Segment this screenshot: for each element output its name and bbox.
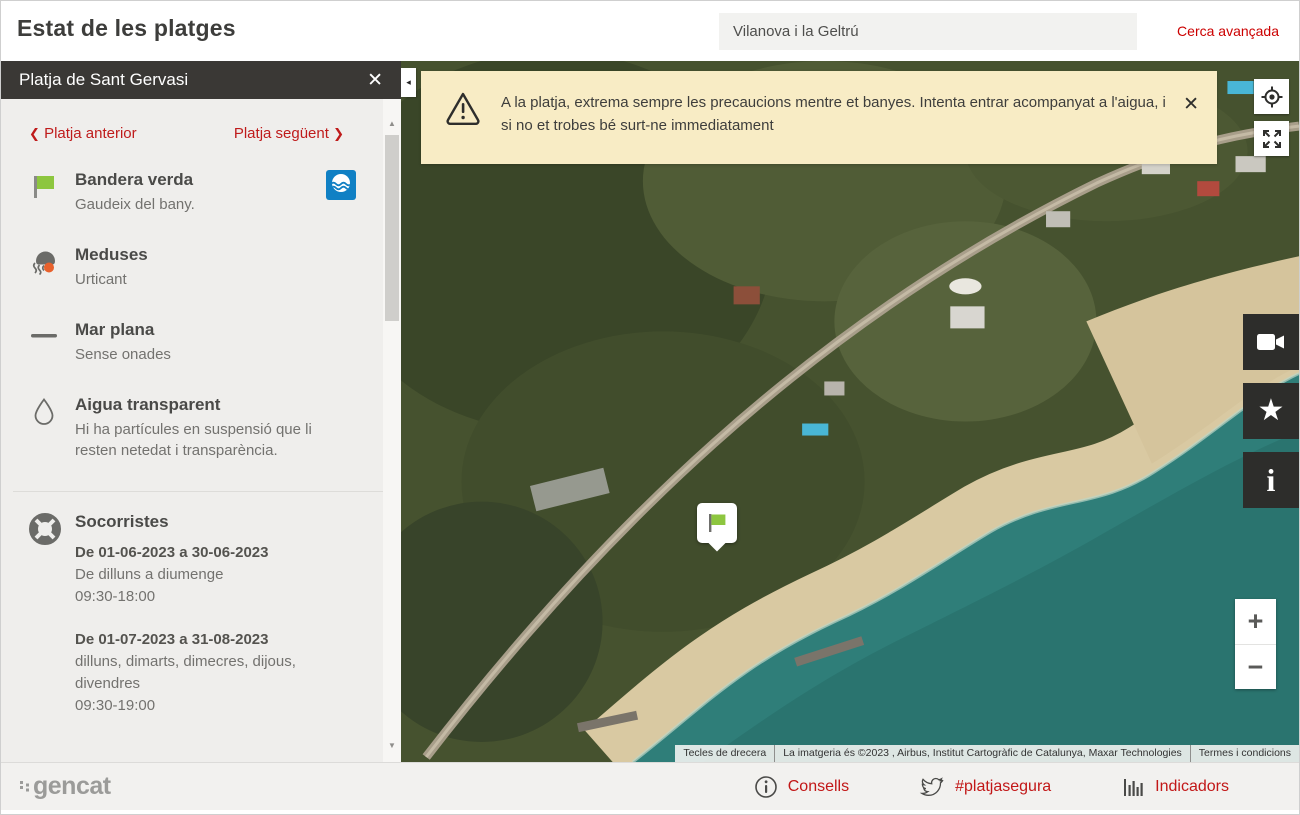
satellite-map[interactable]: ◂ A la platja, extrema sempre les precau… xyxy=(401,61,1299,762)
chevron-right-icon: ❯ xyxy=(333,126,344,141)
schedule-days: De dilluns a diumenge xyxy=(75,564,356,586)
schedule-period: De 01-06-2023 a 30-06-2023 xyxy=(75,542,356,564)
scroll-down-icon[interactable]: ▼ xyxy=(383,741,401,750)
green-flag-icon xyxy=(29,170,61,215)
gencat-logo-text: gencat xyxy=(33,774,111,799)
schedule-days: dilluns, dimarts, dimecres, dijous, dive… xyxy=(75,651,356,695)
water-drop-icon xyxy=(29,395,61,461)
footer-links: Consells #platjasegura xyxy=(754,775,1229,799)
calm-sea-dash-icon xyxy=(29,320,61,365)
panel-close-icon[interactable]: ✕ xyxy=(367,71,383,90)
top-header: Estat de les platges Cerca avançada xyxy=(1,1,1299,61)
webcam-button[interactable] xyxy=(1243,314,1299,370)
green-flag-icon xyxy=(705,511,729,535)
map-tools: ★ i xyxy=(1243,314,1299,521)
geolocate-icon xyxy=(1260,85,1284,109)
status-description: Sense onades xyxy=(75,344,356,365)
beach-name: Platja de Sant Gervasi xyxy=(19,70,188,90)
status-title: Meduses xyxy=(75,245,356,265)
lifeguard-schedule: De 01-06-2023 a 30-06-2023 De dilluns a … xyxy=(75,542,356,607)
fullscreen-button[interactable] xyxy=(1254,121,1289,156)
status-title: Socorristes xyxy=(75,512,356,532)
panel-scrollbar[interactable]: ▲ ▼ xyxy=(383,99,401,762)
star-icon: ★ xyxy=(1258,396,1285,426)
beach-flag-marker[interactable] xyxy=(697,503,737,543)
page-title: Estat de les platges xyxy=(17,15,236,42)
app-window: Estat de les platges Cerca avançada Plat… xyxy=(0,0,1300,815)
lifeguard-schedule: De 01-07-2023 a 31-08-2023 dilluns, dima… xyxy=(75,629,356,716)
warning-message: A la platja, extrema sempre les precauci… xyxy=(501,91,1173,138)
gencat-logo[interactable]: gencat xyxy=(19,774,111,800)
warning-close-icon[interactable]: ✕ xyxy=(1183,91,1199,116)
footer-bar: gencat Consells #platjasegura xyxy=(1,762,1299,810)
status-title: Aigua transparent xyxy=(75,395,356,415)
previous-beach-link[interactable]: ❮ Platja anterior xyxy=(29,125,137,142)
satellite-imagery xyxy=(401,61,1299,762)
status-description: Urticant xyxy=(75,269,356,290)
collapse-left-icon: ◂ xyxy=(406,77,411,88)
keyboard-shortcuts-link[interactable]: Tecles de drecera xyxy=(675,745,774,762)
section-divider xyxy=(13,491,389,492)
info-icon: i xyxy=(1267,464,1276,496)
status-description: Hi ha partícules en suspensió que li res… xyxy=(75,419,356,461)
status-item-flag: Bandera verda Gaudeix del bany. xyxy=(29,170,356,215)
panel-collapse-tab[interactable]: ◂ xyxy=(401,68,416,97)
schedule-hours: 09:30-19:00 xyxy=(75,695,356,717)
beach-detail-panel: Platja de Sant Gervasi ✕ ❮ Platja anteri… xyxy=(1,61,401,762)
panel-body: ❮ Platja anterior Platja següent ❯ Bande… xyxy=(1,99,401,762)
status-title: Bandera verda xyxy=(75,170,318,190)
lifebuoy-icon xyxy=(29,512,61,716)
advanced-search-link[interactable]: Cerca avançada xyxy=(1177,23,1279,39)
video-camera-icon xyxy=(1256,331,1286,353)
warning-triangle-icon xyxy=(445,91,481,130)
map-attribution: Tecles de drecera La imatgeria és ©2023 … xyxy=(675,745,1299,762)
info-button[interactable]: i xyxy=(1243,452,1299,508)
scrollbar-thumb[interactable] xyxy=(385,135,399,321)
status-item-sea-state: Mar plana Sense onades xyxy=(29,320,356,365)
status-item-water-quality: Aigua transparent Hi ha partícules en su… xyxy=(29,395,356,461)
beach-navigation: ❮ Platja anterior Platja següent ❯ xyxy=(29,125,356,142)
schedule-hours: 09:30-18:00 xyxy=(75,586,356,608)
status-item-jellyfish: Meduses Urticant xyxy=(29,245,356,290)
panel-header: Platja de Sant Gervasi ✕ xyxy=(1,61,401,99)
map-zoom-control: + − xyxy=(1235,599,1276,689)
geolocate-button[interactable] xyxy=(1254,79,1289,114)
scroll-up-icon[interactable]: ▲ xyxy=(383,119,401,128)
next-beach-link[interactable]: Platja següent ❯ xyxy=(234,125,344,142)
status-description: Gaudeix del bany. xyxy=(75,194,318,215)
safety-warning-banner: A la platja, extrema sempre les precauci… xyxy=(421,71,1217,164)
indicadors-link[interactable]: Indicadors xyxy=(1121,775,1229,799)
schedule-period: De 01-07-2023 a 31-08-2023 xyxy=(75,629,356,651)
info-circle-icon xyxy=(754,775,778,799)
bar-chart-icon xyxy=(1121,775,1145,799)
consells-link[interactable]: Consells xyxy=(754,775,849,799)
chevron-left-icon: ❮ xyxy=(29,126,40,141)
blue-flag-award-icon xyxy=(326,170,356,215)
gencat-mark-icon xyxy=(19,774,33,800)
status-title: Mar plana xyxy=(75,320,356,340)
municipality-search-input[interactable] xyxy=(719,13,1137,50)
platjasegura-twitter-link[interactable]: #platjasegura xyxy=(919,775,1051,799)
main-area: Platja de Sant Gervasi ✕ ❮ Platja anteri… xyxy=(1,61,1299,762)
fullscreen-icon xyxy=(1261,128,1283,150)
terms-link[interactable]: Termes i condicions xyxy=(1190,745,1299,762)
favorites-button[interactable]: ★ xyxy=(1243,383,1299,439)
imagery-credit: La imatgeria és ©2023 , Airbus, Institut… xyxy=(774,745,1190,762)
status-item-lifeguards: Socorristes De 01-06-2023 a 30-06-2023 D… xyxy=(29,512,356,716)
twitter-icon xyxy=(919,775,945,799)
jellyfish-icon xyxy=(29,245,61,290)
zoom-in-button[interactable]: + xyxy=(1235,599,1276,644)
zoom-out-button[interactable]: − xyxy=(1235,644,1276,689)
